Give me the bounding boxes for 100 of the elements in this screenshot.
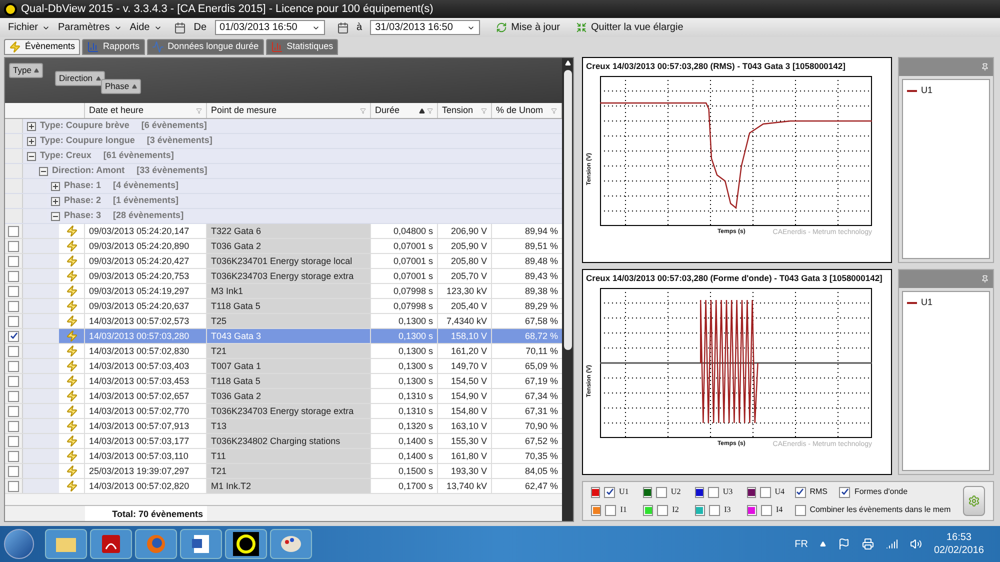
table-row[interactable]: 09/03/2013 05:24:20,753 T036K234703 Energy storage extra 0,07001 s 205,70 V 89,43 %	[5, 269, 562, 284]
checkbox[interactable]	[8, 406, 19, 416]
checkbox[interactable]	[761, 504, 772, 516]
checkbox[interactable]	[657, 504, 668, 516]
tab[interactable]: Statistiques	[266, 39, 338, 55]
apply-button[interactable]	[962, 486, 985, 516]
tray-arrow-icon[interactable]	[820, 541, 826, 547]
table-row[interactable]: 14/03/2013 00:57:02,830 T21 0,1300 s 161,20 V 70,11 %	[5, 344, 562, 359]
menu-item[interactable]: Fichier	[8, 20, 50, 35]
date-field[interactable]: 31/03/2013 16:50	[370, 20, 480, 35]
group-by-chip[interactable]: Type	[9, 63, 44, 78]
color-swatch[interactable]	[591, 486, 600, 498]
start-button[interactable]	[4, 529, 34, 559]
expand-icon[interactable]	[51, 182, 60, 190]
collapse-icon[interactable]	[27, 152, 36, 160]
table-row[interactable]: 14/03/2013 00:57:03,453 T118 Gata 5 0,1300 s 154,50 V 67,19 %	[5, 374, 562, 389]
table-row[interactable]: 09/03/2013 05:24:20,427 T036K234701 Energy storage local 0,07001 s 205,80 V 89,48 %	[5, 254, 562, 269]
table-row[interactable]: 14/03/2013 00:57:02,657 T036 Gata 2 0,1310 s 154,90 V 67,34 %	[5, 389, 562, 404]
expand-icon[interactable]	[27, 136, 36, 146]
checkbox[interactable]	[8, 390, 19, 402]
table-row[interactable]: 25/03/2013 19:39:07,297 T21 0,1500 s 193,30 V 84,05 %	[5, 464, 562, 479]
exit-view-button[interactable]: Quitter la vue élargie	[576, 20, 684, 35]
group-row[interactable]: Type: Creux [61 évènements]	[23, 149, 562, 163]
checkbox[interactable]	[8, 346, 19, 356]
filter-icon[interactable]	[481, 108, 487, 114]
column-header[interactable]: Durée	[371, 103, 438, 118]
checkbox[interactable]	[709, 504, 720, 516]
checkbox[interactable]	[794, 504, 806, 516]
color-swatch[interactable]	[746, 486, 756, 498]
tab[interactable]: Rapports	[82, 39, 145, 55]
checkbox[interactable]	[605, 504, 616, 516]
taskbar-app[interactable]	[225, 529, 267, 559]
pin-icon[interactable]	[981, 275, 989, 283]
checkbox[interactable]	[8, 480, 19, 492]
tab[interactable]: Évènements	[4, 39, 80, 55]
clock-date[interactable]: 02/02/2016	[934, 544, 984, 557]
color-swatch[interactable]	[642, 486, 652, 498]
scroll-thumb[interactable]	[564, 70, 572, 350]
menu-item[interactable]: Paramètres	[58, 20, 122, 35]
checkbox[interactable]	[8, 256, 19, 266]
column-header[interactable]: Date et heure	[85, 103, 207, 118]
scrollbar[interactable]	[562, 58, 573, 521]
taskbar-app[interactable]	[180, 529, 222, 559]
checkbox[interactable]	[708, 486, 719, 498]
filter-icon[interactable]	[196, 108, 202, 114]
checkbox[interactable]	[8, 286, 19, 296]
expand-icon[interactable]	[27, 122, 36, 130]
speaker-icon[interactable]	[910, 538, 922, 550]
checkbox[interactable]	[794, 486, 806, 498]
checkbox[interactable]	[8, 240, 19, 252]
calendar-icon[interactable]	[336, 22, 349, 34]
checkbox[interactable]	[8, 226, 19, 236]
checkbox[interactable]	[8, 466, 19, 476]
table-row[interactable]: 14/03/2013 00:57:03,403 T007 Gata 1 0,1300 s 149,70 V 65,09 %	[5, 359, 562, 374]
filter-icon[interactable]	[551, 108, 557, 114]
row-header[interactable]	[5, 329, 23, 343]
checkbox[interactable]	[8, 330, 19, 342]
checkbox[interactable]	[8, 316, 19, 326]
checkbox[interactable]	[8, 376, 19, 386]
table-row[interactable]: 14/03/2013 00:57:07,913 T13 0,1320 s 163,10 V 70,90 %	[5, 419, 562, 434]
column-header[interactable]: Point de mesure	[207, 103, 371, 118]
tab[interactable]: Données longue durée	[146, 39, 264, 55]
group-row[interactable]: Direction: Amont [33 évènements]	[35, 164, 562, 178]
date-field[interactable]: 01/03/2013 16:50	[214, 20, 325, 35]
checkbox[interactable]	[8, 300, 19, 312]
color-swatch[interactable]	[694, 486, 704, 498]
checkbox[interactable]	[839, 486, 850, 498]
table-row[interactable]: 14/03/2013 00:57:02,573 T25 0,1300 s 7,4340 kV 67,58 %	[5, 314, 562, 329]
table-row[interactable]: 14/03/2013 00:57:03,177 T036K234802 Charging stations 0,1400 s 155,30 V 67,52 %	[5, 434, 562, 449]
group-row[interactable]: Phase: 1 [4 évènements]	[47, 179, 562, 193]
collapse-icon[interactable]	[51, 212, 60, 220]
column-header[interactable]: Tension	[438, 103, 492, 118]
group-row[interactable]: Phase: 2 [1 évènements]	[47, 194, 562, 208]
checkbox[interactable]	[8, 420, 19, 432]
filter-icon[interactable]	[360, 108, 366, 114]
filter-icon[interactable]	[427, 108, 433, 114]
table-row[interactable]: 09/03/2013 05:24:20,890 T036 Gata 2 0,07001 s 205,90 V 89,51 %	[5, 239, 562, 254]
group-by-chip[interactable]: Direction	[55, 71, 105, 86]
scroll-up-icon[interactable]	[564, 60, 570, 66]
checkbox[interactable]	[8, 450, 19, 462]
group-row[interactable]: Type: Coupure longue [3 évènements]	[23, 134, 562, 148]
group-by-chip[interactable]: Phase	[101, 79, 142, 94]
clock-time[interactable]: 16:53	[946, 531, 972, 544]
table-row[interactable]: 09/03/2013 05:24:19,297 M3 Ink1 0,07998 s 123,30 kV 89,38 %	[5, 284, 562, 299]
checkbox[interactable]	[656, 486, 667, 498]
pin-icon[interactable]	[981, 63, 989, 71]
flag-icon[interactable]	[838, 538, 850, 550]
checkbox[interactable]	[8, 270, 19, 282]
table-row[interactable]: 14/03/2013 00:57:02,820 M1 Ink.T2 0,1700 s 13,740 kV 62,47 %	[5, 479, 562, 494]
checkbox[interactable]	[8, 436, 19, 446]
table-row[interactable]: 09/03/2013 05:24:20,637 T118 Gata 5 0,07998 s 205,40 V 89,29 %	[5, 299, 562, 314]
group-row[interactable]: Type: Coupure brève [6 évènements]	[23, 119, 562, 133]
expand-icon[interactable]	[51, 196, 60, 206]
checkbox[interactable]	[760, 486, 771, 498]
menu-item[interactable]: Aide	[130, 20, 162, 35]
checkbox[interactable]	[8, 360, 19, 372]
group-row[interactable]: Phase: 3 [28 évènements]	[47, 209, 562, 223]
table-row[interactable]: 14/03/2013 00:57:03,110 T11 0,1400 s 161,80 V 70,35 %	[5, 449, 562, 464]
device-icon[interactable]	[862, 538, 874, 550]
calendar-icon[interactable]	[174, 22, 186, 34]
